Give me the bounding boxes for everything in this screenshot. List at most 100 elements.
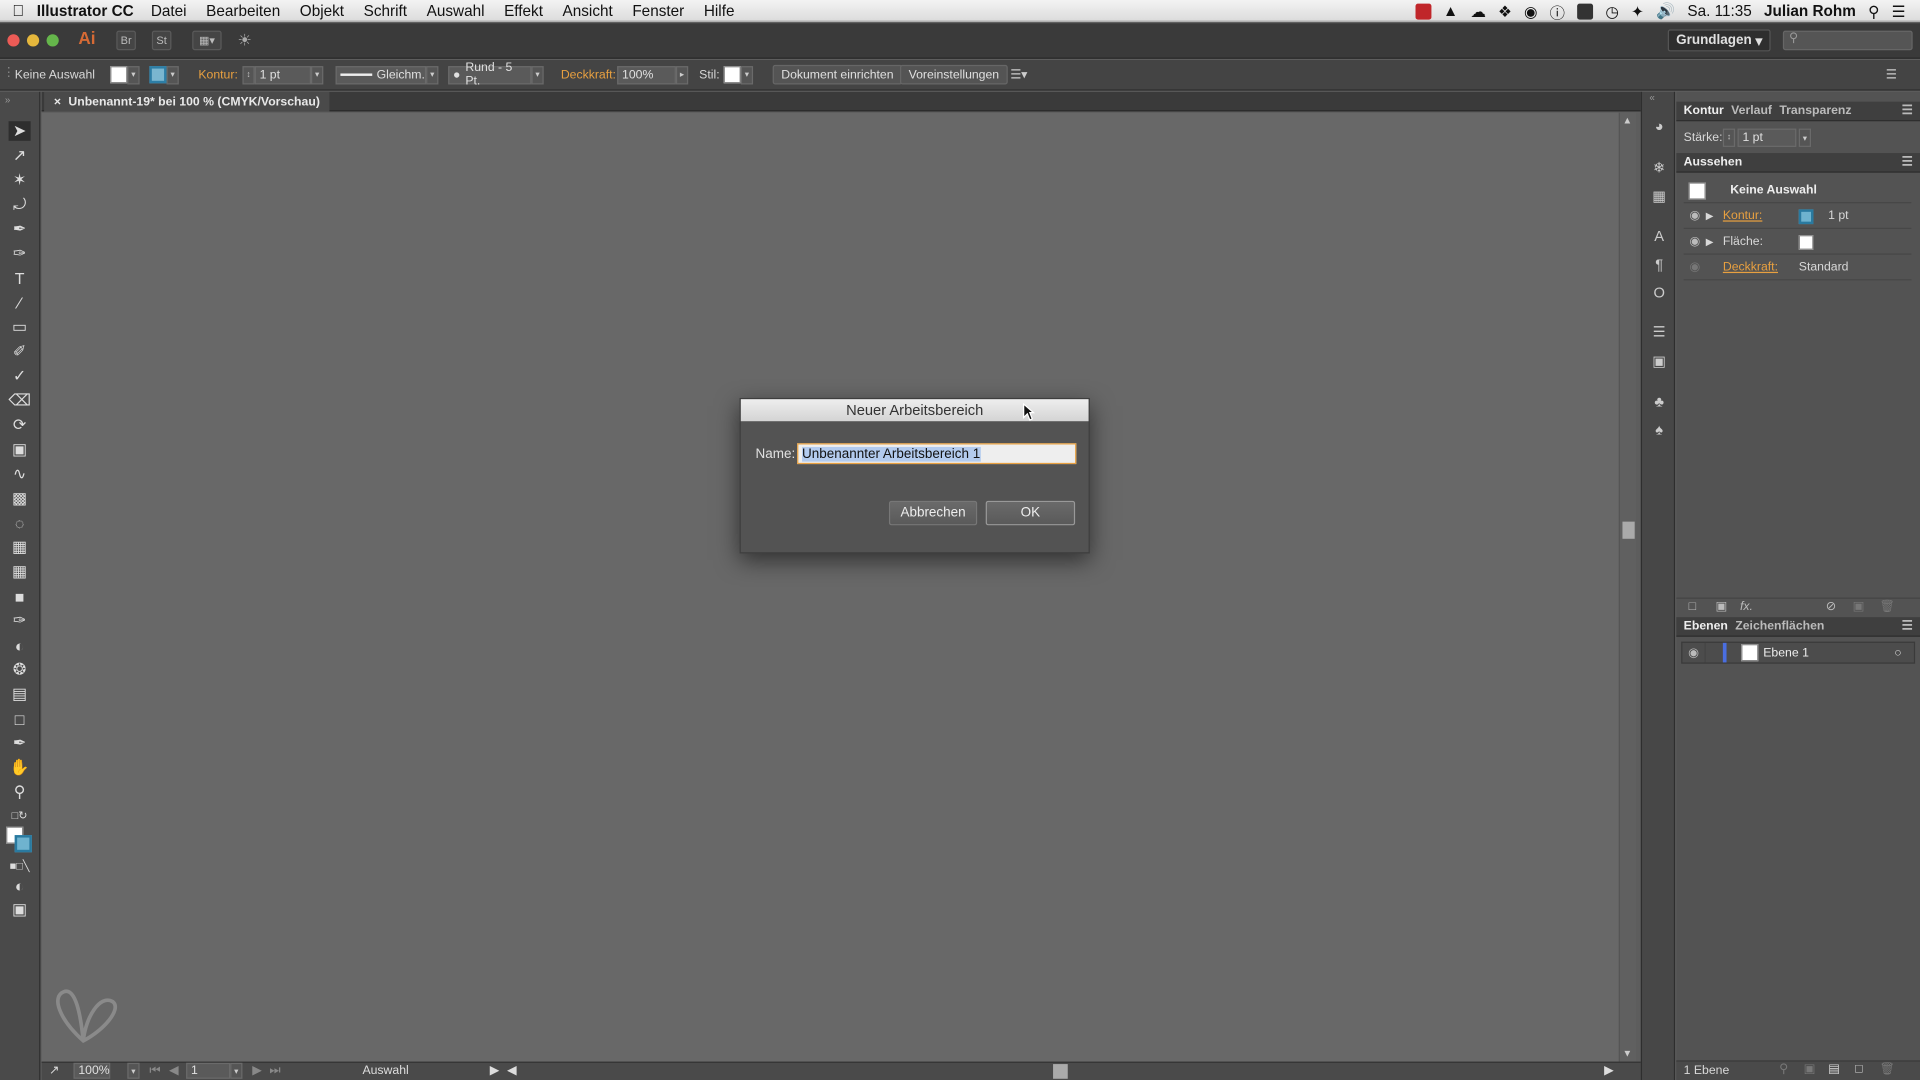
visibility-eye-icon[interactable]: ◉ bbox=[1684, 261, 1706, 274]
align-options-icon[interactable]: ☰▾ bbox=[1010, 65, 1027, 85]
stroke-weight-field[interactable]: 1 pt bbox=[1737, 128, 1797, 147]
brushes-icon[interactable]: ♣ bbox=[1649, 392, 1669, 412]
pathfinder-icon[interactable]: ▣ bbox=[1649, 351, 1669, 371]
panel-menu-icon[interactable]: ☰ bbox=[1902, 104, 1913, 117]
chevron-down-icon[interactable]: ▾ bbox=[311, 65, 324, 84]
visibility-eye-icon[interactable]: ◉ bbox=[1684, 209, 1706, 222]
cloud-icon[interactable]: ☁ bbox=[1470, 2, 1485, 20]
dropbox-icon[interactable]: ❖ bbox=[1498, 2, 1512, 20]
chevron-down-icon[interactable]: ▾ bbox=[1798, 128, 1812, 147]
opacity-input[interactable]: 100% bbox=[617, 65, 676, 84]
rectangle-tool-icon[interactable]: ▭ bbox=[9, 317, 31, 337]
bridge-button[interactable]: Br bbox=[116, 30, 136, 51]
free-transform-tool-icon[interactable]: ▩ bbox=[9, 489, 31, 509]
close-window-button[interactable] bbox=[7, 34, 20, 47]
screen-mode-icon[interactable]: ▣ bbox=[9, 900, 31, 920]
clock[interactable]: Sa. 11:35 bbox=[1687, 2, 1751, 19]
menu-hilfe[interactable]: Hilfe bbox=[704, 2, 735, 19]
current-tool-status[interactable]: Auswahl bbox=[362, 1064, 408, 1077]
eraser-tool-icon[interactable]: ⌫ bbox=[8, 391, 31, 411]
time-machine-icon[interactable]: ◷ bbox=[1605, 2, 1618, 20]
lasso-tool-icon[interactable]: ⤾ bbox=[9, 195, 31, 215]
mesh-tool-icon[interactable]: ▦ bbox=[9, 562, 31, 582]
scroll-up-icon[interactable]: ▲ bbox=[1622, 115, 1632, 126]
artboard-number-input[interactable]: 1 bbox=[186, 1062, 231, 1079]
delete-layer-icon[interactable]: 🗑 bbox=[1880, 1063, 1896, 1076]
info-icon[interactable]: ⓘ bbox=[1550, 0, 1565, 23]
notification-icon[interactable]: ☰ bbox=[1892, 2, 1906, 20]
prev-artboard-icon[interactable]: ◀ bbox=[169, 1064, 178, 1077]
align-icon[interactable]: ☰ bbox=[1649, 322, 1669, 342]
scale-tool-icon[interactable]: ▣ bbox=[9, 440, 31, 460]
layer-lock-toggle[interactable] bbox=[1704, 642, 1727, 663]
scroll-left-icon[interactable]: ◀ bbox=[507, 1064, 516, 1077]
horizontal-scroll-thumb[interactable] bbox=[1053, 1064, 1068, 1079]
appearance-stroke-label[interactable]: Kontur: bbox=[1723, 209, 1799, 222]
panel-menu-icon[interactable]: ☰ bbox=[1886, 65, 1897, 85]
delete-item-icon[interactable]: 🗑 bbox=[1880, 600, 1896, 613]
opacity-label[interactable]: Deckkraft: bbox=[561, 65, 616, 85]
layer-name[interactable]: Ebene 1 bbox=[1763, 646, 1809, 659]
appearance-stroke-value[interactable]: 1 pt bbox=[1828, 209, 1848, 222]
next-artboard-icon[interactable]: ▶ bbox=[252, 1064, 261, 1077]
canvas[interactable] bbox=[41, 112, 1619, 1062]
new-layer-icon[interactable]: □ bbox=[1855, 1063, 1862, 1076]
chevron-down-icon[interactable]: ▾ bbox=[166, 65, 179, 84]
appearance-fill-row[interactable]: ◉ ▶ Fläche: bbox=[1683, 230, 1912, 255]
stroke-color-box[interactable] bbox=[14, 835, 32, 853]
chevron-down-icon[interactable]: ▾ bbox=[230, 1062, 243, 1079]
symbol-sprayer-tool-icon[interactable]: ❂ bbox=[9, 660, 31, 680]
tab-verlauf[interactable]: Verlauf bbox=[1731, 104, 1772, 117]
blob-brush-tool-icon[interactable]: ✓ bbox=[9, 366, 31, 386]
menu-datei[interactable]: Datei bbox=[151, 2, 187, 19]
chevron-down-icon[interactable]: ▾ bbox=[426, 65, 439, 84]
appearance-title[interactable]: Aussehen bbox=[1684, 156, 1743, 169]
curvature-tool-icon[interactable]: ✑ bbox=[9, 244, 31, 264]
magic-wand-tool-icon[interactable]: ✶ bbox=[9, 170, 31, 190]
appearance-fill-label[interactable]: Fläche: bbox=[1723, 235, 1799, 248]
ok-button[interactable]: OK bbox=[985, 500, 1076, 526]
tab-zeichenflaechen[interactable]: Zeichenflächen bbox=[1735, 620, 1824, 633]
paragraph-icon[interactable]: ¶ bbox=[1649, 255, 1669, 275]
clipping-mask-icon[interactable]: ▣ bbox=[1804, 1063, 1816, 1076]
eye-menu-icon[interactable]: ◉ bbox=[1524, 2, 1537, 20]
blend-tool-icon[interactable]: ◐ bbox=[9, 636, 31, 656]
chevron-right-icon[interactable]: ▸ bbox=[675, 65, 689, 84]
width-tool-icon[interactable]: ∿ bbox=[9, 464, 31, 484]
last-artboard-icon[interactable]: ⏭ bbox=[269, 1064, 280, 1077]
first-artboard-icon[interactable]: ⏮ bbox=[149, 1064, 160, 1077]
layer-row[interactable]: ◉ Ebene 1 ○ bbox=[1681, 641, 1916, 664]
brush-select[interactable]: ● Rund - 5 Pt. bbox=[448, 61, 532, 88]
graph-tool-icon[interactable]: ▤ bbox=[9, 684, 31, 704]
menu-bearbeiten[interactable]: Bearbeiten bbox=[206, 2, 280, 19]
new-sublayer-icon[interactable]: ▤ bbox=[1828, 1063, 1840, 1076]
user-name[interactable]: Julian Rohm bbox=[1764, 2, 1856, 19]
pen-tool-icon[interactable]: ✒ bbox=[9, 219, 31, 239]
duplicate-item-icon[interactable]: ▣ bbox=[1853, 600, 1865, 613]
dialog-title[interactable]: Neuer Arbeitsbereich bbox=[740, 399, 1089, 422]
document-setup-button[interactable]: Dokument einrichten bbox=[772, 64, 903, 85]
minimize-window-button[interactable] bbox=[26, 34, 40, 47]
clear-appearance-icon[interactable]: ⊘ bbox=[1826, 600, 1836, 613]
chevron-down-icon[interactable]: ▾ bbox=[740, 65, 754, 84]
expand-triangle-icon[interactable]: ▶ bbox=[1706, 236, 1723, 247]
chevron-down-icon[interactable]: ▾ bbox=[531, 65, 544, 84]
artboard-tool-icon[interactable]: □ bbox=[9, 709, 31, 729]
adobe-icon[interactable] bbox=[1414, 3, 1431, 19]
zoom-tool-icon[interactable]: ⚲ bbox=[9, 782, 31, 802]
locate-object-icon[interactable]: ⚲ bbox=[1779, 1063, 1788, 1076]
scroll-right-icon[interactable]: ▶ bbox=[1604, 1064, 1613, 1077]
chevron-down-icon[interactable]: ▾ bbox=[127, 1062, 140, 1079]
check-icon[interactable] bbox=[1577, 3, 1594, 19]
perspective-grid-tool-icon[interactable]: ▦ bbox=[9, 538, 31, 558]
menu-objekt[interactable]: Objekt bbox=[300, 2, 344, 19]
stroke-weight-input[interactable]: 1 pt bbox=[254, 65, 312, 84]
stroke-stepper[interactable]: ↕ bbox=[242, 65, 255, 84]
workspace-switcher[interactable]: Grundlagen ▾ bbox=[1667, 29, 1771, 52]
direct-selection-tool-icon[interactable]: ↗ bbox=[9, 146, 31, 166]
expand-panels-icon[interactable]: « bbox=[1649, 92, 1654, 103]
menu-fenster[interactable]: Fenster bbox=[632, 2, 684, 19]
preferences-button[interactable]: Voreinstellungen bbox=[900, 64, 1008, 85]
eyedropper-tool-icon[interactable]: ✑ bbox=[9, 611, 31, 631]
panel-menu-icon[interactable]: ☰ bbox=[1902, 156, 1913, 169]
